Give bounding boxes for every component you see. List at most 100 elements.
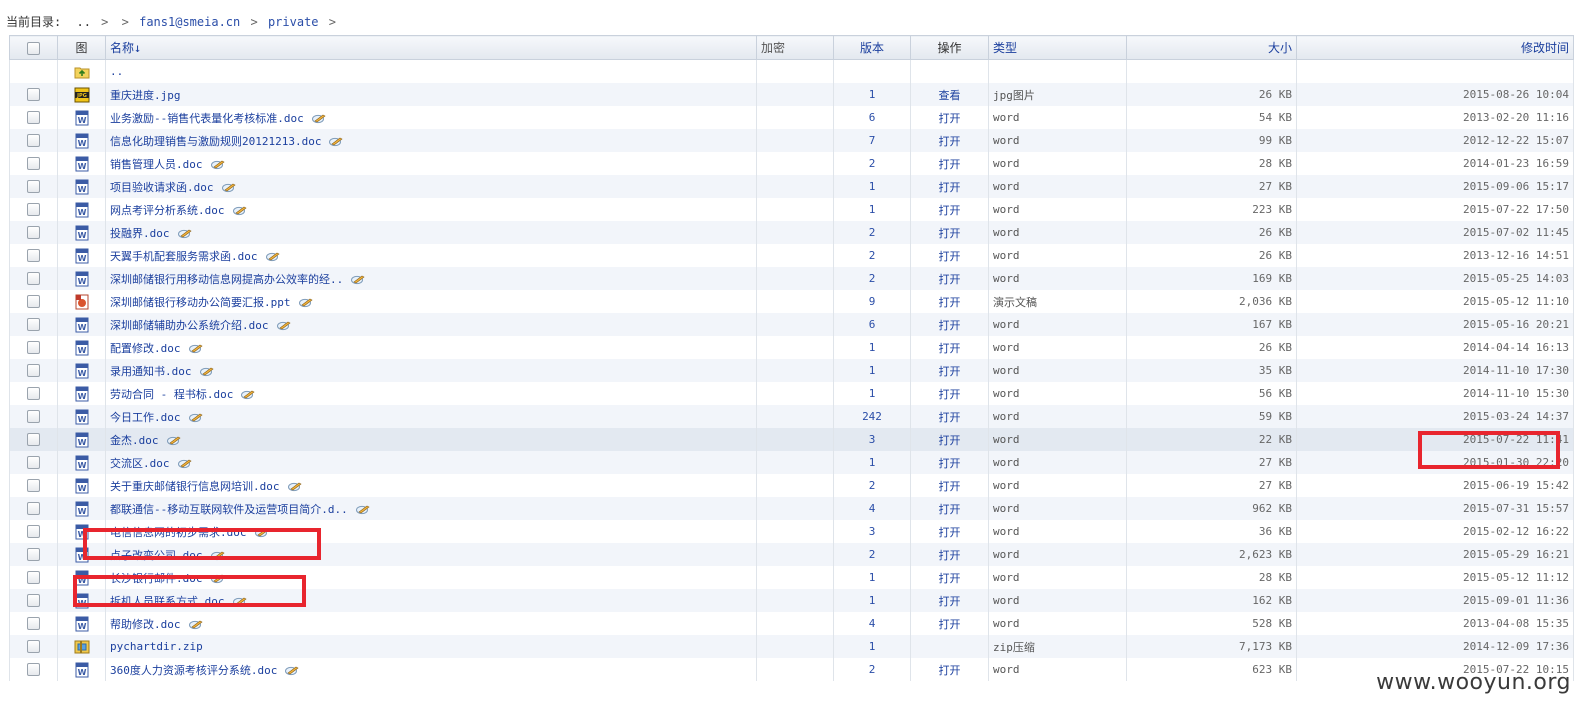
row-select-cell[interactable] (9, 359, 58, 382)
row-checkbox[interactable] (27, 203, 40, 217)
row-checkbox[interactable] (27, 226, 40, 240)
row-select-cell[interactable] (9, 221, 58, 244)
table-row[interactable]: W 网点考评分析系统.doc 1 打开 word 223 KB 2015-07-22 17:… (9, 198, 1574, 221)
file-name-link[interactable]: 金杰.doc (110, 434, 159, 447)
version-cell[interactable]: 1 (833, 336, 911, 359)
row-checkbox[interactable] (27, 502, 40, 516)
edit-note-icon[interactable] (232, 206, 247, 216)
action-link[interactable]: 打开 (910, 543, 989, 566)
edit-note-icon[interactable] (210, 160, 225, 170)
table-row[interactable]: W 帮助修改.doc 4 打开 word 528 KB 2013-04-08 15:35 (9, 612, 1574, 635)
file-name-link[interactable]: 360度人力资源考核评分系统.doc (110, 664, 277, 677)
action-link[interactable]: 打开 (910, 612, 989, 635)
row-checkbox[interactable] (27, 594, 40, 608)
row-checkbox[interactable] (27, 663, 40, 677)
version-cell[interactable]: 1 (833, 382, 911, 405)
breadcrumb-item-user[interactable]: fans1@smeia.cn (139, 15, 240, 29)
action-link[interactable]: 打开 (910, 451, 989, 474)
row-select-cell[interactable] (9, 152, 58, 175)
action-link[interactable]: 打开 (910, 221, 989, 244)
row-select-cell[interactable] (9, 267, 58, 290)
select-all-header[interactable] (9, 35, 58, 60)
row-checkbox[interactable] (27, 111, 40, 125)
file-name-link[interactable]: 业务激励--销售代表量化考核标准.doc (110, 112, 304, 125)
table-row[interactable]: W 录用通知书.doc 1 打开 word 35 KB 2014-11-10 17:30 (9, 359, 1574, 382)
table-row[interactable]: W 拆机人员联系方式.doc 1 打开 word 162 KB 2015-09-01 11:… (9, 589, 1574, 612)
row-checkbox[interactable] (27, 364, 40, 378)
row-select-cell[interactable] (9, 635, 58, 658)
file-name-link[interactable]: 点子改变公司.doc (110, 549, 203, 562)
edit-note-icon[interactable] (221, 183, 236, 193)
edit-note-icon[interactable] (265, 252, 280, 262)
row-select-cell[interactable] (9, 313, 58, 336)
edit-note-icon[interactable] (177, 229, 192, 239)
row-select-cell[interactable] (9, 428, 58, 451)
action-link[interactable]: 打开 (910, 497, 989, 520)
version-cell[interactable]: 1 (833, 83, 911, 106)
version-cell[interactable]: 9 (833, 290, 911, 313)
file-name-link[interactable]: 长沙银行邮件.doc (110, 572, 203, 585)
version-cell[interactable]: 6 (833, 106, 911, 129)
action-link[interactable]: 打开 (910, 520, 989, 543)
row-select-cell[interactable] (9, 451, 58, 474)
row-checkbox[interactable] (27, 640, 40, 654)
edit-note-icon[interactable] (199, 367, 214, 377)
table-row[interactable]: W 深圳邮储辅助办公系统介绍.doc 6 打开 word 167 KB 2015-05-16… (9, 313, 1574, 336)
version-column-header[interactable]: 版本 (833, 35, 911, 60)
table-row[interactable]: W 配置修改.doc 1 打开 word 26 KB 2014-04-14 16:13 (9, 336, 1574, 359)
row-select-cell[interactable] (9, 543, 58, 566)
edit-note-icon[interactable] (311, 114, 326, 124)
row-select-cell[interactable] (9, 382, 58, 405)
table-row[interactable]: W 信息化助理销售与激励规则20121213.doc 7 打开 word 99 KB 201… (9, 129, 1574, 152)
edit-note-icon[interactable] (254, 528, 269, 538)
version-cell[interactable]: 2 (833, 244, 911, 267)
row-checkbox[interactable] (27, 157, 40, 171)
action-link[interactable] (910, 635, 989, 658)
table-row[interactable]: W 电信信息网的初步需求.doc 3 打开 word 36 KB 2015-02-12 16… (9, 520, 1574, 543)
row-checkbox[interactable] (27, 88, 40, 102)
file-name-link[interactable]: 关于重庆邮储银行信息网培训.doc (110, 480, 280, 493)
version-cell[interactable]: 1 (833, 566, 911, 589)
row-select-cell[interactable] (9, 198, 58, 221)
file-name-link[interactable]: 帮助修改.doc (110, 618, 181, 631)
file-name-link[interactable]: 都联通信--移动互联网软件及运营项目简介.d.. (110, 503, 348, 516)
action-link[interactable]: 打开 (910, 589, 989, 612)
version-cell[interactable]: 3 (833, 520, 911, 543)
version-cell[interactable]: 2 (833, 474, 911, 497)
action-link[interactable]: 打开 (910, 359, 989, 382)
edit-note-icon[interactable] (298, 298, 313, 308)
select-all-checkbox[interactable] (27, 41, 40, 55)
version-cell[interactable]: 7 (833, 129, 911, 152)
file-name-link[interactable]: 拆机人员联系方式.doc (110, 595, 225, 608)
edit-note-icon[interactable] (188, 344, 203, 354)
action-link[interactable]: 打开 (910, 106, 989, 129)
file-name-link[interactable]: 录用通知书.doc (110, 365, 192, 378)
row-select-cell[interactable] (9, 405, 58, 428)
table-row[interactable]: W 360度人力资源考核评分系统.doc 2 打开 word 623 KB 2015-07-… (9, 658, 1574, 681)
row-select-cell[interactable] (9, 175, 58, 198)
edit-note-icon[interactable] (276, 321, 291, 331)
row-select-cell[interactable] (9, 290, 58, 313)
action-link[interactable]: 打开 (910, 658, 989, 681)
row-select-cell[interactable] (9, 612, 58, 635)
version-cell[interactable]: 1 (833, 451, 911, 474)
action-link[interactable]: 打开 (910, 152, 989, 175)
breadcrumb-item-parent[interactable]: .. (76, 15, 90, 29)
row-select-cell[interactable] (9, 129, 58, 152)
edit-note-icon[interactable] (177, 459, 192, 469)
version-cell[interactable]: 242 (833, 405, 911, 428)
version-cell[interactable]: 1 (833, 359, 911, 382)
version-cell[interactable]: 2 (833, 221, 911, 244)
mtime-column-header[interactable]: 修改时间 (1296, 35, 1574, 60)
row-checkbox[interactable] (27, 617, 40, 631)
action-link[interactable]: 打开 (910, 129, 989, 152)
row-checkbox[interactable] (27, 525, 40, 539)
edit-note-icon[interactable] (188, 413, 203, 423)
version-cell[interactable]: 1 (833, 589, 911, 612)
table-row[interactable]: W 销售管理人员.doc 2 打开 word 28 KB 2014-01-23 16:59 (9, 152, 1574, 175)
edit-note-icon[interactable] (232, 597, 247, 607)
row-select-cell[interactable] (9, 589, 58, 612)
row-select-cell[interactable] (9, 566, 58, 589)
row-select-cell[interactable] (9, 474, 58, 497)
edit-note-icon[interactable] (287, 482, 302, 492)
